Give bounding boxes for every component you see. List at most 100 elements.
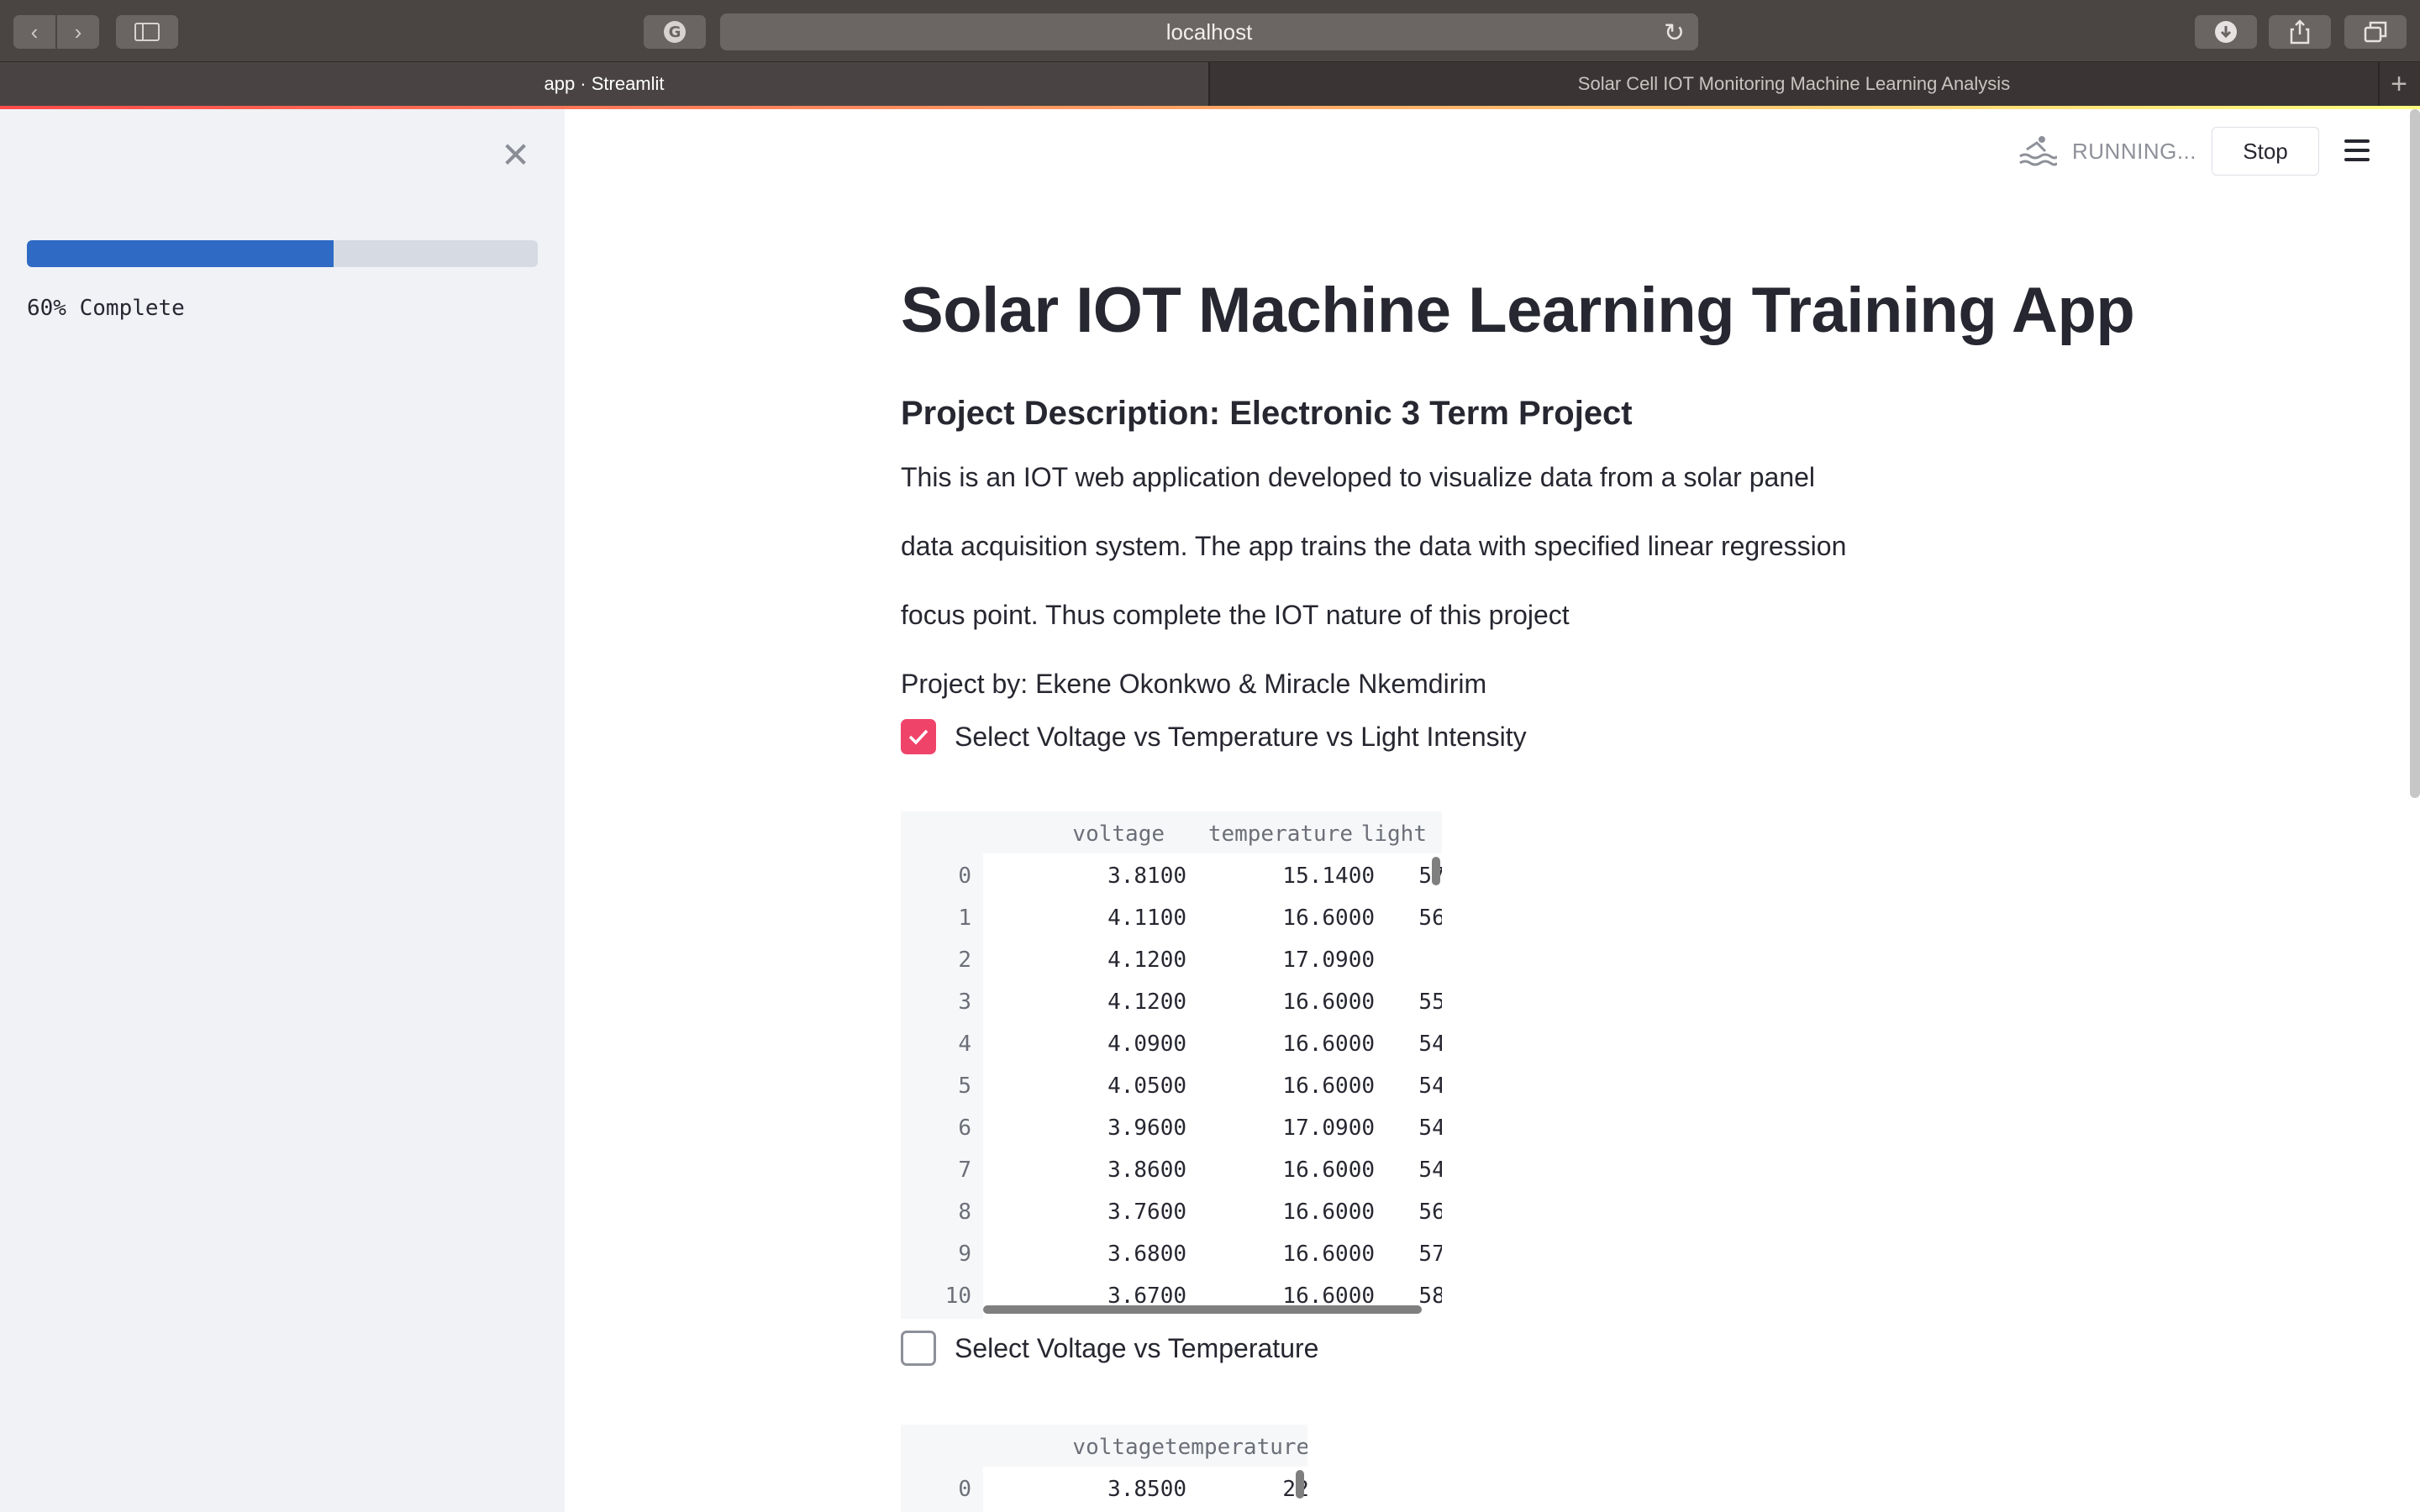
table-cell: 4.1200 bbox=[1107, 990, 1186, 1015]
page-scrollbar[interactable] bbox=[2410, 109, 2420, 798]
dataframe-vertical-scrollbar[interactable] bbox=[1432, 857, 1440, 885]
url-text: localhost bbox=[1165, 18, 1253, 45]
dataframe-body: 3.810015.140057.71004.110016.600056.8600… bbox=[983, 853, 1442, 1319]
table-cell: 3.7600 bbox=[1107, 1200, 1186, 1225]
table-cell: 4.1100 bbox=[1107, 906, 1186, 931]
table-cell: 16.6000 bbox=[1282, 1158, 1375, 1183]
dataframe-header: voltage temperature bbox=[901, 1425, 1307, 1467]
column-header: voltage bbox=[1072, 822, 1165, 847]
dataframe-body: 3.850022.9500 bbox=[983, 1467, 1307, 1512]
table-cell: 17.0900 bbox=[1282, 1116, 1375, 1141]
tab-app-streamlit[interactable]: app · Streamlit bbox=[0, 62, 1208, 106]
tabs-overview-button[interactable] bbox=[2344, 15, 2407, 49]
table-cell: 54.5700 bbox=[1418, 1116, 1442, 1141]
swimmer-icon bbox=[2019, 136, 2057, 166]
forward-button[interactable]: › bbox=[57, 15, 99, 49]
tab-solar-cell-analysis[interactable]: Solar Cell IOT Monitoring Machine Learni… bbox=[1210, 62, 2378, 106]
chevron-right-icon: › bbox=[74, 18, 82, 45]
stop-button[interactable]: Stop bbox=[2212, 127, 2319, 176]
row-index: 4 bbox=[958, 1032, 971, 1057]
table-cell: 16.6000 bbox=[1282, 1032, 1375, 1057]
table-cell: 16.6000 bbox=[1282, 1242, 1375, 1267]
share-button[interactable] bbox=[2269, 15, 2331, 49]
checkbox-voltage-temp[interactable]: Select Voltage vs Temperature bbox=[901, 1331, 1318, 1366]
back-button[interactable]: ‹ bbox=[13, 15, 55, 49]
table-cell: 17.0900 bbox=[1282, 948, 1375, 973]
tab-bar: app · Streamlit Solar Cell IOT Monitorin… bbox=[0, 62, 2420, 106]
table-cell: 57.4300 bbox=[1418, 1242, 1442, 1267]
row-index: 7 bbox=[958, 1158, 971, 1183]
table-cell: 3.8600 bbox=[1107, 1158, 1186, 1183]
table-cell: 16.6000 bbox=[1282, 906, 1375, 931]
table-cell: 16.6000 bbox=[1282, 1074, 1375, 1099]
table-cell: 16.6000 bbox=[1282, 990, 1375, 1015]
column-header: temperature bbox=[1165, 1435, 1307, 1460]
progress-text: 60% Complete bbox=[27, 296, 185, 321]
dataframe-voltage-temp-light[interactable]: voltage temperature light 0 1 2 3 4 5 6 7 8 9 10 3… bbox=[901, 811, 1442, 1319]
row-index: 1 bbox=[958, 906, 971, 931]
table-cell: 16.6000 bbox=[1282, 1200, 1375, 1225]
checkbox-unchecked-icon[interactable] bbox=[901, 1331, 936, 1366]
table-cell: 15.1400 bbox=[1282, 864, 1375, 889]
row-index: 8 bbox=[958, 1200, 971, 1225]
description-line: focus point. Thus complete the IOT natur… bbox=[901, 600, 1570, 630]
table-cell: 54.8600 bbox=[1418, 1032, 1442, 1057]
dataframe-vertical-scrollbar[interactable] bbox=[1296, 1470, 1304, 1499]
sidebar-toggle-button[interactable] bbox=[116, 15, 178, 49]
dataframe-voltage-temp[interactable]: voltage temperature 0 3.850022.9500 bbox=[901, 1425, 1307, 1512]
checkbox-label: Select Voltage vs Temperature bbox=[955, 1332, 1319, 1363]
plus-icon: + bbox=[2391, 67, 2407, 100]
share-icon bbox=[2290, 19, 2310, 45]
description-line: data acquisition system. The app trains … bbox=[901, 531, 1847, 561]
grammarly-button[interactable]: G bbox=[644, 15, 706, 49]
sidebar-icon bbox=[134, 23, 160, 41]
browser-toolbar: ‹ › G localhost ↻ bbox=[0, 0, 2420, 62]
status-widget: RUNNING... Stop bbox=[2017, 127, 2319, 176]
grammarly-icon: G bbox=[664, 21, 686, 43]
table-cell: 4.1200 bbox=[1107, 948, 1186, 973]
table-cell: 4.0900 bbox=[1107, 1032, 1186, 1057]
progress-bar bbox=[27, 240, 538, 267]
table-cell: 56.8600 bbox=[1418, 906, 1442, 931]
tab-label: Solar Cell IOT Monitoring Machine Learni… bbox=[1577, 73, 2011, 94]
hamburger-menu-icon[interactable] bbox=[2344, 139, 2370, 161]
tab-label: app · Streamlit bbox=[544, 73, 665, 94]
table-cell: 55.4300 bbox=[1418, 990, 1442, 1015]
table-cell: 56 bbox=[1375, 948, 1442, 973]
downloads-button[interactable] bbox=[2195, 15, 2257, 49]
table-cell: 3.6800 bbox=[1107, 1242, 1186, 1267]
table-cell: 3.9600 bbox=[1107, 1116, 1186, 1141]
running-status-text: RUNNING... bbox=[2072, 138, 2196, 164]
address-bar[interactable]: localhost ↻ bbox=[720, 13, 1698, 50]
sidebar: ✕ 60% Complete bbox=[0, 109, 565, 1512]
checkbox-label: Select Voltage vs Temperature vs Light I… bbox=[955, 721, 1527, 752]
close-sidebar-icon[interactable]: ✕ bbox=[501, 138, 530, 173]
checkbox-voltage-temp-light[interactable]: Select Voltage vs Temperature vs Light I… bbox=[901, 719, 1527, 754]
table-cell: 56.2900 bbox=[1418, 1200, 1442, 1225]
table-cell: 4.0500 bbox=[1107, 1074, 1186, 1099]
checkbox-checked-icon[interactable] bbox=[901, 719, 936, 754]
dataframe-horizontal-scrollbar[interactable] bbox=[983, 1305, 1422, 1314]
progress-bar-fill bbox=[27, 240, 334, 267]
row-index: 10 bbox=[944, 1284, 971, 1309]
tabs-icon bbox=[2364, 21, 2387, 43]
table-cell: 54.8600 bbox=[1418, 1158, 1442, 1183]
main-content: RUNNING... Stop Solar IOT Machine Learni… bbox=[565, 109, 2420, 1512]
page-title: Solar IOT Machine Learning Training App bbox=[901, 275, 2135, 346]
column-header: light bbox=[1360, 822, 1427, 847]
svg-text:G: G bbox=[669, 24, 681, 41]
table-cell: 54.5700 bbox=[1418, 1074, 1442, 1099]
row-index: 5 bbox=[958, 1074, 971, 1099]
reload-icon[interactable]: ↻ bbox=[1664, 18, 1685, 48]
authors-text: Project by: Ekene Okonkwo & Miracle Nkem… bbox=[901, 669, 1487, 699]
table-cell: 3.8100 bbox=[1107, 864, 1186, 889]
chevron-left-icon: ‹ bbox=[30, 18, 39, 45]
row-index: 3 bbox=[958, 990, 971, 1015]
column-header: voltage bbox=[1072, 1435, 1165, 1460]
row-index: 2 bbox=[958, 948, 971, 973]
new-tab-button[interactable]: + bbox=[2378, 62, 2420, 106]
dataframe-header: voltage temperature light bbox=[901, 811, 1442, 853]
checkmark-icon bbox=[908, 729, 929, 745]
project-description-heading: Project Description: Electronic 3 Term P… bbox=[901, 395, 1633, 432]
table-cell: 22.9500 bbox=[1186, 1477, 1307, 1502]
